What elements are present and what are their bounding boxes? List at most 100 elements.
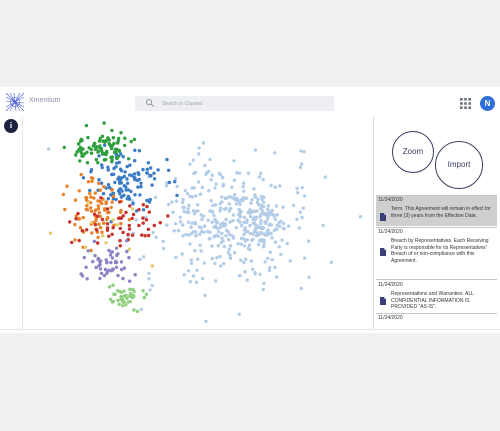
clause-point[interactable] — [222, 261, 226, 266]
clause-point[interactable] — [188, 162, 192, 166]
clause-point[interactable] — [209, 199, 213, 203]
clause-point[interactable] — [246, 171, 251, 175]
clause-point[interactable] — [98, 267, 103, 271]
clause-point[interactable] — [114, 260, 119, 265]
clause-point[interactable] — [89, 195, 93, 199]
clause-point[interactable] — [245, 278, 249, 282]
clause-point[interactable] — [126, 188, 131, 192]
clause-point[interactable] — [262, 242, 266, 246]
clause-point[interactable] — [89, 248, 93, 253]
clause-point[interactable] — [105, 270, 110, 274]
clause-point[interactable] — [197, 146, 201, 150]
clause-point[interactable] — [97, 154, 101, 158]
clause-point[interactable] — [237, 274, 242, 278]
clause-point[interactable] — [134, 218, 138, 222]
clause-point[interactable] — [127, 227, 132, 231]
clause-point[interactable] — [119, 260, 124, 264]
clause-point[interactable] — [323, 175, 327, 179]
clause-point[interactable] — [243, 226, 247, 230]
clause-point[interactable] — [124, 303, 128, 307]
clause-point[interactable] — [167, 180, 172, 185]
clause-point[interactable] — [218, 209, 222, 213]
clause-point[interactable] — [224, 234, 228, 238]
clause-point[interactable] — [210, 220, 214, 224]
clause-point[interactable] — [125, 164, 129, 169]
clause-point[interactable] — [152, 177, 157, 181]
clause-point[interactable] — [119, 187, 123, 191]
clause-point[interactable] — [103, 140, 107, 144]
clause-point[interactable] — [135, 309, 140, 314]
clause-point[interactable] — [77, 189, 81, 193]
clause-point[interactable] — [118, 216, 122, 220]
clause-point[interactable] — [193, 170, 198, 175]
clause-point[interactable] — [96, 149, 101, 153]
clause-point[interactable] — [132, 172, 137, 176]
clause-point[interactable] — [98, 199, 103, 204]
clause-point[interactable] — [273, 217, 277, 221]
clause-point[interactable] — [65, 184, 69, 188]
clause-point[interactable] — [231, 213, 236, 217]
clause-point[interactable] — [136, 185, 140, 189]
clause-point[interactable] — [100, 165, 104, 170]
clause-point[interactable] — [145, 204, 149, 209]
clause-point[interactable] — [213, 261, 217, 266]
clause-point[interactable] — [164, 184, 169, 188]
clause-point[interactable] — [187, 203, 191, 208]
clause-point[interactable] — [107, 234, 111, 238]
clause-point[interactable] — [120, 267, 124, 272]
clause-point[interactable] — [93, 191, 98, 195]
clause-point[interactable] — [132, 308, 136, 312]
clause-point[interactable] — [244, 196, 249, 200]
clause-point[interactable] — [93, 208, 97, 213]
clause-point[interactable] — [110, 155, 115, 159]
clause-point[interactable] — [137, 149, 142, 153]
clause-point[interactable] — [259, 218, 263, 223]
clause-point[interactable] — [153, 195, 158, 199]
clause-point[interactable] — [109, 260, 113, 265]
clause-point[interactable] — [298, 165, 303, 170]
clause-point[interactable] — [196, 257, 200, 261]
clause-point[interactable] — [295, 217, 299, 221]
clause-point[interactable] — [253, 195, 257, 199]
clause-point[interactable] — [274, 204, 279, 208]
clause-point[interactable] — [303, 194, 307, 198]
clause-point[interactable] — [77, 142, 81, 146]
clause-point[interactable] — [118, 200, 122, 204]
clause-point[interactable] — [253, 209, 257, 213]
clause-point[interactable] — [121, 297, 125, 302]
clause-point[interactable] — [142, 295, 147, 300]
clause-point[interactable] — [198, 192, 203, 196]
clause-point[interactable] — [194, 280, 199, 284]
clause-point[interactable] — [255, 225, 259, 229]
clause-point[interactable] — [111, 283, 115, 287]
user-avatar[interactable]: N — [480, 96, 495, 111]
clause-point[interactable] — [111, 267, 116, 272]
clause-point[interactable] — [238, 220, 242, 224]
clause-point[interactable] — [203, 163, 207, 168]
clause-point[interactable] — [119, 210, 123, 214]
clause-point[interactable] — [244, 230, 248, 234]
clause-point[interactable] — [113, 180, 117, 185]
clause-point[interactable] — [106, 136, 110, 140]
clause-point[interactable] — [127, 218, 131, 222]
clause-point[interactable] — [79, 172, 83, 177]
clause-point[interactable] — [202, 230, 206, 234]
clause-point[interactable] — [223, 223, 227, 227]
clause-point[interactable] — [275, 213, 279, 217]
clause-point[interactable] — [216, 244, 220, 248]
clause-point[interactable] — [137, 177, 141, 182]
clause-point[interactable] — [105, 207, 110, 211]
clause-point[interactable] — [253, 221, 257, 226]
clause-point[interactable] — [286, 224, 291, 228]
clause-point[interactable] — [148, 197, 152, 202]
clause-point[interactable] — [248, 208, 252, 212]
clause-point[interactable] — [329, 260, 334, 265]
clause-point[interactable] — [149, 166, 153, 170]
clause-point[interactable] — [109, 205, 113, 210]
clause-point[interactable] — [307, 275, 311, 279]
clause-point[interactable] — [128, 287, 132, 292]
clause-point[interactable] — [270, 236, 274, 240]
clause-point[interactable] — [85, 161, 90, 165]
clause-point[interactable] — [262, 200, 266, 204]
clause-point[interactable] — [118, 244, 123, 248]
